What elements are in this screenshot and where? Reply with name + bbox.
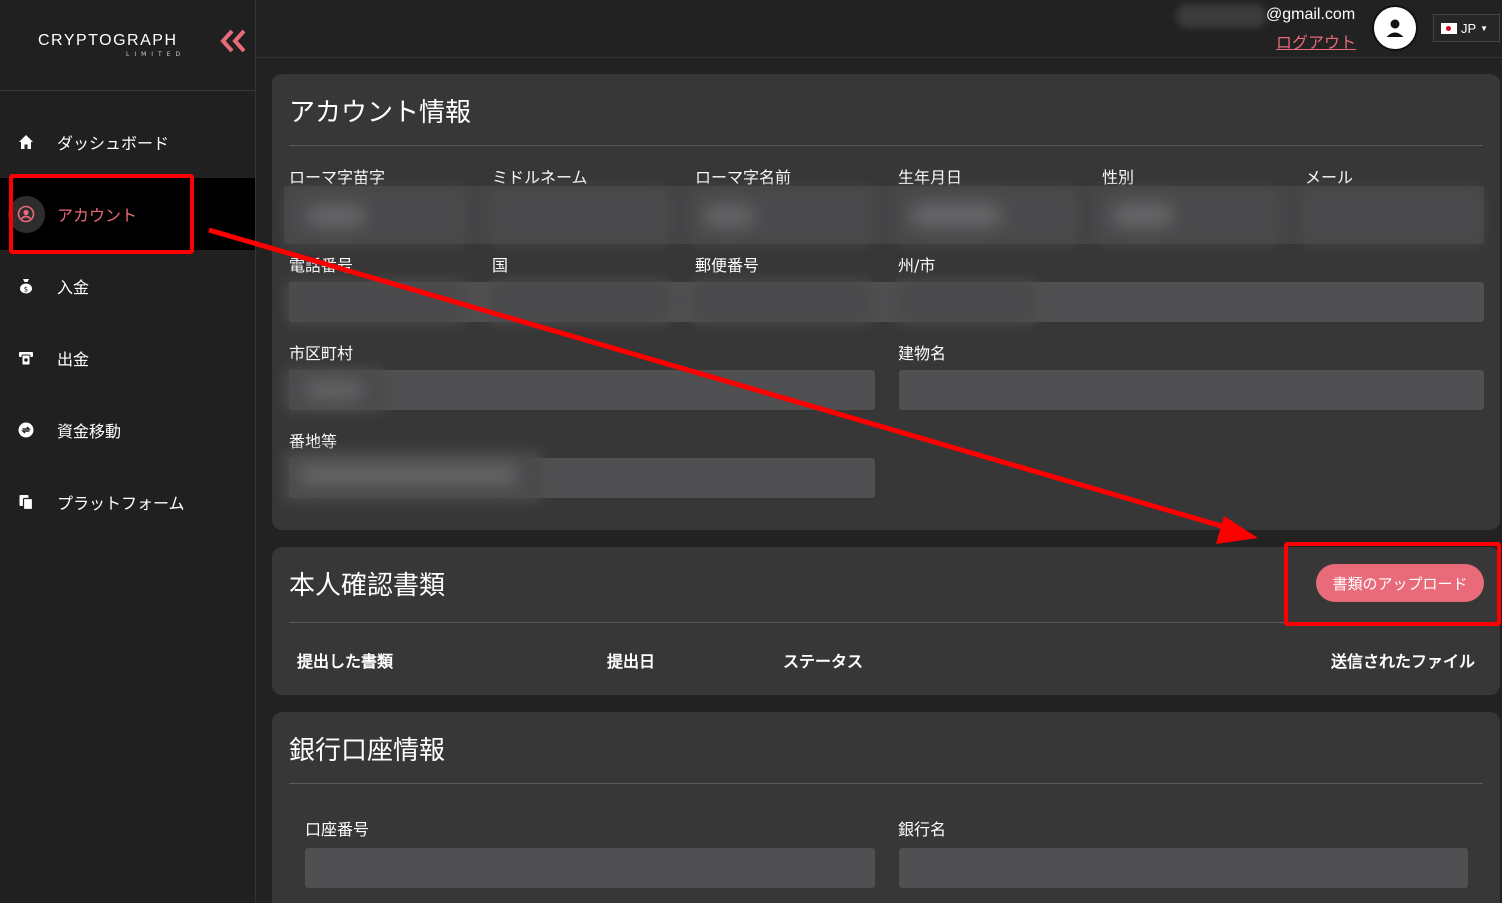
- state-city-label: 州/市: [898, 256, 936, 275]
- bank-info-card: 銀行口座情報 口座番号 銀行名: [272, 712, 1500, 903]
- sidebar-item-label: ダッシュボード: [57, 134, 170, 153]
- chevron-double-left-icon: [220, 29, 246, 53]
- first-name-field[interactable]: [692, 188, 872, 244]
- redacted-username: [1176, 4, 1266, 28]
- annotation-highlight-account: [9, 174, 194, 254]
- bank-name-label: 銀行名: [898, 820, 947, 839]
- sidebar-item-dashboard[interactable]: ダッシュボード: [0, 106, 255, 178]
- last-name-label: ローマ字苗字: [289, 168, 386, 187]
- address-label: 番地等: [289, 432, 338, 451]
- bank-name-input[interactable]: [899, 848, 1468, 888]
- language-code: JP: [1461, 20, 1477, 36]
- japan-flag-icon: [1441, 22, 1457, 34]
- user-email: @gmail.com: [1266, 6, 1356, 23]
- email-label: メール: [1305, 168, 1354, 187]
- home-icon: [16, 132, 36, 152]
- platform-icon: [16, 492, 36, 512]
- brand-name: CRYPTOGRAPH: [38, 32, 178, 49]
- transfer-icon: [16, 420, 36, 440]
- sidebar: CRYPTOGRAPH LIMITED ダッシュボード アカウント $ 入金 出…: [0, 0, 256, 903]
- annotation-highlight-upload: [1284, 542, 1501, 626]
- sidebar-item-deposit[interactable]: $ 入金: [0, 250, 255, 322]
- municipality-label: 市区町村: [289, 344, 354, 363]
- last-name-field[interactable]: [286, 188, 466, 244]
- middle-name-field[interactable]: [490, 188, 668, 244]
- sidebar-divider: [0, 90, 256, 91]
- postal-code-field[interactable]: [692, 280, 872, 324]
- money-bag-icon: $: [16, 276, 36, 296]
- gender-field[interactable]: [1098, 188, 1278, 244]
- svg-text:$: $: [24, 286, 28, 294]
- withdraw-icon: [16, 348, 36, 368]
- top-bar: @gmail.com ログアウト JP ▼: [256, 0, 1502, 58]
- country-label: 国: [492, 256, 509, 275]
- sidebar-item-label: 出金: [57, 350, 90, 369]
- phone-label: 電話番号: [289, 256, 354, 275]
- birthdate-field[interactable]: [896, 188, 1076, 244]
- card-divider: [289, 145, 1483, 146]
- user-icon: [1386, 19, 1404, 37]
- column-header-sent-files[interactable]: 送信されたファイル: [1331, 648, 1475, 672]
- brand-subtitle: LIMITED: [126, 51, 186, 58]
- gender-label: 性別: [1102, 168, 1135, 187]
- sidebar-item-label: プラットフォーム: [57, 494, 185, 513]
- sidebar-item-transfer[interactable]: 資金移動: [0, 394, 255, 466]
- card-title: 本人確認書類: [289, 571, 446, 601]
- municipality-value: [284, 368, 384, 412]
- address-value: [284, 450, 542, 502]
- avatar[interactable]: [1372, 5, 1418, 51]
- country-field[interactable]: [490, 280, 670, 324]
- email-field[interactable]: [1302, 188, 1482, 244]
- account-number-label: 口座番号: [305, 820, 370, 839]
- card-title: アカウント情報: [289, 98, 472, 128]
- account-info-card: アカウント情報 ローマ字苗字 ミドルネーム ローマ字名前 生年月日 性別 メール…: [272, 74, 1500, 530]
- sidebar-item-label: 入金: [57, 278, 90, 297]
- middle-name-label: ミドルネーム: [492, 168, 588, 187]
- card-divider: [289, 783, 1483, 784]
- brand-logo[interactable]: CRYPTOGRAPH LIMITED: [38, 29, 246, 62]
- state-city-field[interactable]: [896, 280, 1036, 324]
- card-title: 銀行口座情報: [289, 736, 446, 766]
- column-header-submitted-document[interactable]: 提出した書類: [297, 648, 393, 672]
- building-label: 建物名: [898, 344, 947, 363]
- sidebar-item-platform[interactable]: プラットフォーム: [0, 466, 255, 538]
- caret-down-icon: ▼: [1480, 23, 1489, 33]
- contact-row-background: [289, 282, 1484, 322]
- column-header-submitted-date[interactable]: 提出日: [607, 648, 655, 672]
- phone-field[interactable]: [286, 280, 466, 324]
- sidebar-item-withdraw[interactable]: 出金: [0, 322, 255, 394]
- account-number-input[interactable]: [305, 848, 875, 888]
- building-input[interactable]: [899, 370, 1484, 410]
- birthdate-label: 生年月日: [898, 168, 963, 187]
- sidebar-item-label: 資金移動: [57, 422, 122, 441]
- postal-code-label: 郵便番号: [695, 256, 760, 275]
- column-header-status[interactable]: ステータス: [783, 648, 863, 672]
- first-name-label: ローマ字名前: [695, 168, 792, 187]
- logout-link[interactable]: ログアウト: [1276, 29, 1356, 53]
- language-selector[interactable]: JP ▼: [1433, 14, 1500, 42]
